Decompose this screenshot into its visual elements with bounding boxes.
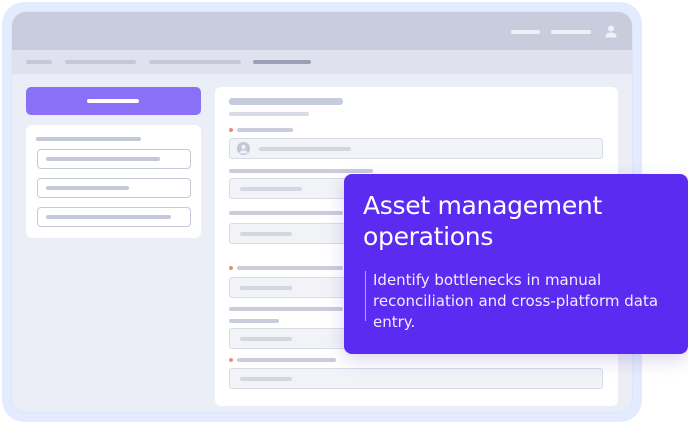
callout-accent-line [365, 271, 366, 321]
field-placeholder [240, 377, 292, 381]
callout-description: Identify bottlenecks in manual reconcili… [373, 271, 659, 331]
nav-item-2[interactable] [65, 60, 136, 64]
sidebar-item-label [46, 186, 129, 190]
title-bar [12, 12, 632, 50]
field-placeholder [240, 232, 292, 236]
sidebar-heading [36, 137, 141, 141]
field-value [259, 147, 351, 151]
sidebar-item-1[interactable] [37, 149, 191, 169]
feature-callout-card: Asset management operations Identify bot… [344, 174, 688, 354]
titlebar-item-1[interactable] [511, 30, 540, 34]
primary-button[interactable] [26, 87, 201, 115]
nav-bar [12, 50, 632, 74]
user-select-field[interactable] [229, 138, 603, 159]
field-placeholder [240, 337, 292, 341]
field-label-3 [229, 211, 343, 215]
sidebar-item-label [46, 157, 160, 161]
input-field-6[interactable] [229, 368, 603, 389]
sidebar-item-2[interactable] [37, 178, 191, 198]
required-indicator [229, 128, 233, 132]
nav-item-3[interactable] [149, 60, 241, 64]
field-placeholder [240, 187, 302, 191]
sidebar-item-3[interactable] [37, 207, 191, 227]
sidebar-item-label [46, 215, 171, 219]
field-placeholder [240, 286, 292, 290]
required-indicator [229, 358, 233, 362]
field-label-7 [237, 358, 336, 362]
field-label-6 [229, 319, 279, 323]
primary-button-label [87, 99, 139, 103]
form-title [229, 98, 343, 105]
nav-item-active[interactable] [253, 60, 311, 64]
required-indicator [229, 266, 233, 270]
avatar-icon [237, 142, 250, 155]
field-label-2 [229, 169, 373, 173]
field-label-1 [237, 128, 293, 132]
user-icon[interactable] [604, 24, 618, 38]
field-label-4 [237, 266, 343, 270]
titlebar-item-2[interactable] [551, 30, 591, 34]
form-subtitle [229, 112, 309, 116]
nav-item-1[interactable] [26, 60, 52, 64]
sidebar-panel [26, 125, 201, 238]
callout-title: Asset management operations [363, 191, 602, 251]
field-label-5 [229, 307, 343, 311]
